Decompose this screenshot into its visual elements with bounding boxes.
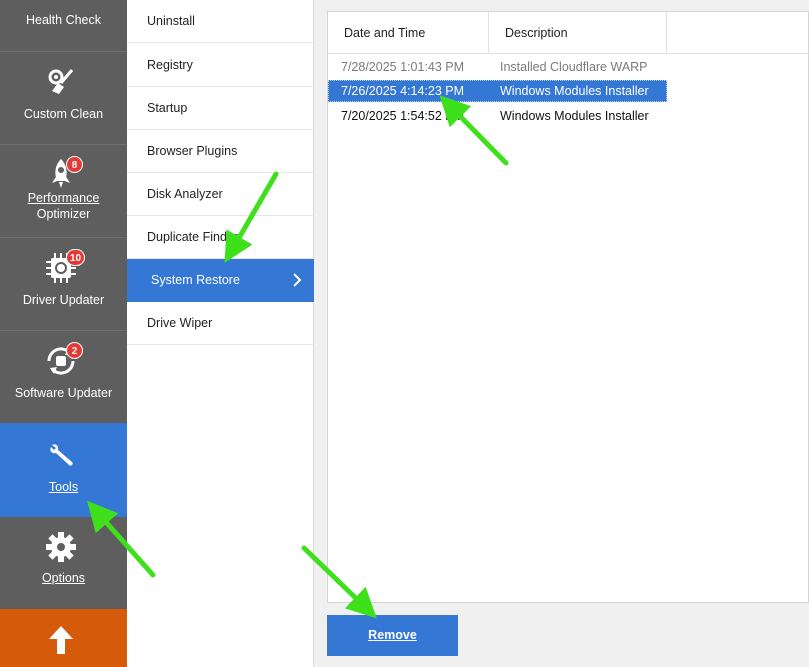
nav-custom-clean-label: Custom Clean	[23, 107, 104, 121]
gear-icon	[46, 532, 76, 562]
nav-tools[interactable]: Tools	[0, 423, 127, 517]
remove-button[interactable]: Remove	[327, 615, 458, 656]
row-date: 7/28/2025 1:01:43 PM	[341, 60, 465, 74]
nav-upgrade[interactable]	[0, 609, 127, 667]
row-date: 7/26/2025 4:14:23 PM	[341, 84, 465, 98]
arrow-up-icon	[49, 626, 73, 654]
submenu-startup[interactable]: Startup	[127, 87, 314, 130]
row-description: Windows Modules Installer	[500, 84, 649, 98]
nav-software-updater-label: Software Updater	[14, 386, 113, 400]
submenu-browser-plugins[interactable]: Browser Plugins	[127, 130, 314, 173]
nav-performance-label-line2: Optimizer	[36, 207, 91, 221]
submenu-drive-wiper[interactable]: Drive Wiper	[127, 302, 314, 345]
nav-performance-label-line1: Performance	[27, 191, 100, 205]
performance-badge: 8	[66, 156, 83, 173]
table-row[interactable]: 7/28/2025 1:01:43 PM Installed Cloudflar…	[328, 56, 667, 78]
wrench-icon	[50, 444, 73, 466]
table-row-selected[interactable]: 7/26/2025 4:14:23 PM Windows Modules Ins…	[328, 80, 667, 102]
nav-health-check[interactable]: Health Check	[0, 0, 127, 51]
nav-performance-optimizer[interactable]: 8 Performance Optimizer	[0, 145, 127, 237]
driver-badge: 10	[66, 249, 86, 266]
nav-options[interactable]: Options	[0, 517, 127, 609]
submenu-system-restore-label: System Restore	[151, 273, 240, 287]
submenu-duplicate-finder[interactable]: Duplicate Finder	[127, 216, 314, 259]
nav-tools-label: Tools	[48, 480, 79, 494]
nav-options-label: Options	[41, 571, 86, 585]
chevron-right-icon	[293, 273, 302, 287]
submenu-disk-analyzer[interactable]: Disk Analyzer	[127, 173, 314, 216]
submenu-system-restore[interactable]: System Restore	[127, 259, 314, 302]
system-restore-panel: Date and Time Description 7/28/2025 1:01…	[314, 0, 809, 667]
submenu-uninstall[interactable]: Uninstall	[127, 0, 314, 43]
software-badge: 2	[66, 342, 83, 359]
tools-submenu: Uninstall Registry Startup Browser Plugi…	[127, 0, 314, 667]
left-navigation: Health Check Custom Clean 8 Performance …	[0, 0, 127, 667]
nav-health-check-label: Health Check	[25, 13, 102, 27]
nav-custom-clean[interactable]: Custom Clean	[0, 52, 127, 144]
nav-software-updater[interactable]: 2 Software Updater	[0, 331, 127, 423]
table-row[interactable]: 7/20/2025 1:54:52 PM Windows Modules Ins…	[328, 105, 667, 127]
nav-driver-updater-label: Driver Updater	[22, 293, 105, 307]
column-description[interactable]: Description	[489, 12, 667, 54]
restore-points-list[interactable]: Date and Time Description 7/28/2025 1:01…	[327, 11, 809, 603]
broom-gear-icon	[48, 69, 74, 94]
row-date: 7/20/2025 1:54:52 PM	[341, 109, 465, 123]
submenu-registry[interactable]: Registry	[127, 44, 314, 87]
row-description: Windows Modules Installer	[500, 109, 649, 123]
column-date-time[interactable]: Date and Time	[328, 12, 489, 54]
table-header: Date and Time Description	[328, 12, 809, 54]
nav-driver-updater[interactable]: 10 Driver Updater	[0, 238, 127, 330]
row-description: Installed Cloudflare WARP	[500, 60, 648, 74]
